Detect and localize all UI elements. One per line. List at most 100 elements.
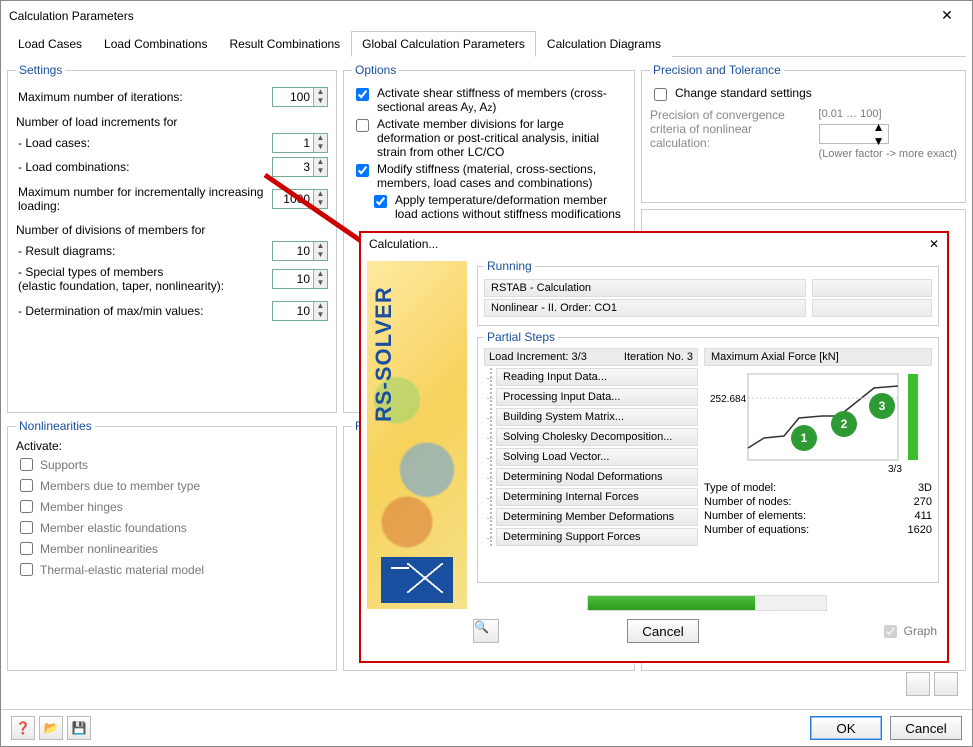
special-input[interactable]: ▲▼ bbox=[272, 269, 328, 289]
tool-icon-2[interactable] bbox=[934, 672, 958, 696]
step-item: Solving Load Vector... bbox=[496, 448, 698, 466]
step-item: Building System Matrix... bbox=[496, 408, 698, 426]
nonlinearities-group: Nonlinearities Activate: Supports Member… bbox=[7, 419, 337, 671]
tolerance-input[interactable]: ▲▼ bbox=[819, 124, 889, 144]
graph-checkbox[interactable] bbox=[884, 625, 897, 638]
step-item: Determining Nodal Deformations bbox=[496, 468, 698, 486]
tab-result-combinations[interactable]: Result Combinations bbox=[218, 31, 351, 57]
bottom-tool-icons bbox=[906, 672, 958, 696]
load-comb-input[interactable]: ▲▼ bbox=[272, 157, 328, 177]
tab-calculation-diagrams[interactable]: Calculation Diagrams bbox=[536, 31, 672, 57]
brand-logo-icon bbox=[381, 557, 453, 603]
chk-change-settings[interactable] bbox=[654, 88, 667, 101]
step-item: Determining Support Forces bbox=[496, 528, 698, 546]
running-2: Nonlinear - II. Order: CO1 bbox=[484, 299, 806, 317]
solver-brand: RS-SOLVER bbox=[367, 261, 467, 609]
step-item: Determining Member Deformations bbox=[496, 508, 698, 526]
load-comb-label: - Load combinations: bbox=[16, 160, 272, 174]
chk-modify[interactable] bbox=[356, 164, 369, 177]
calc-title: Calculation... bbox=[369, 237, 929, 251]
model-kpis: Type of model:3DNumber of nodes:270Numbe… bbox=[704, 482, 932, 536]
footer: ❓ 📂 💾 OK Cancel bbox=[1, 709, 972, 746]
force-plot: 252.684 3/3 1 2 3 bbox=[704, 368, 932, 476]
settings-group: Settings Maximum number of iterations: ▲… bbox=[7, 63, 337, 413]
max-iter-label: Maximum number of iterations: bbox=[16, 90, 272, 104]
step-item: Processing Input Data... bbox=[496, 388, 698, 406]
shear-label: Activate shear stiffness of members (cro… bbox=[377, 86, 626, 114]
kpi-row: Type of model:3D bbox=[704, 482, 932, 494]
save-icon[interactable]: 💾 bbox=[67, 716, 91, 740]
load-incr-label: Load Increment: 3/3 bbox=[489, 351, 624, 363]
chk-hinges[interactable] bbox=[20, 500, 33, 513]
step-list: Reading Input Data... Processing Input Da… bbox=[490, 368, 698, 546]
svg-text:3: 3 bbox=[879, 399, 886, 413]
load-cases-label: - Load cases: bbox=[16, 136, 272, 150]
result-diag-input[interactable]: ▲▼ bbox=[272, 241, 328, 261]
chk-foundations[interactable] bbox=[20, 521, 33, 534]
partial-steps-group: Partial Steps Load Increment: 3/3 Iterat… bbox=[477, 330, 939, 583]
svg-text:252.684: 252.684 bbox=[710, 394, 747, 405]
svg-text:1: 1 bbox=[801, 431, 808, 445]
progress-bar bbox=[587, 595, 827, 611]
chk-thermal[interactable] bbox=[20, 563, 33, 576]
zoom-icon[interactable]: 🔍 bbox=[473, 619, 499, 643]
open-icon[interactable]: 📂 bbox=[39, 716, 63, 740]
help-icon[interactable]: ❓ bbox=[11, 716, 35, 740]
partial-legend: Partial Steps bbox=[484, 330, 558, 344]
running-group: Running RSTAB - Calculation Nonlinear - … bbox=[477, 259, 939, 326]
result-diag-label: - Result diagrams: bbox=[16, 244, 272, 258]
iteration-label: Iteration No. 3 bbox=[624, 351, 693, 363]
det-label: - Determination of max/min values: bbox=[16, 304, 272, 318]
change-label: Change standard settings bbox=[675, 86, 957, 100]
calc-cancel-button[interactable]: Cancel bbox=[627, 619, 699, 643]
running-blank-2 bbox=[812, 299, 932, 317]
load-cases-input[interactable]: ▲▼ bbox=[272, 133, 328, 153]
kpi-row: Number of equations:1620 bbox=[704, 524, 932, 536]
chk-nonlin[interactable] bbox=[20, 542, 33, 555]
nonlinear-legend: Nonlinearities bbox=[16, 419, 95, 433]
close-icon[interactable]: ✕ bbox=[930, 7, 964, 24]
svg-text:2: 2 bbox=[841, 417, 848, 431]
chk-apply-temp[interactable] bbox=[374, 195, 387, 208]
step-item: Solving Cholesky Decomposition... bbox=[496, 428, 698, 446]
calculation-dialog: Calculation... ✕ RS-SOLVER Running RSTAB… bbox=[359, 231, 949, 663]
criteria-label: Precision of convergence criteria of non… bbox=[650, 108, 809, 160]
tab-global-parameters[interactable]: Global Calculation Parameters bbox=[351, 31, 536, 57]
max-incr-input[interactable]: ▲▼ bbox=[272, 189, 328, 209]
kpi-row: Number of elements:411 bbox=[704, 510, 932, 522]
graph-title: Maximum Axial Force [kN] bbox=[704, 348, 932, 366]
det-input[interactable]: ▲▼ bbox=[272, 301, 328, 321]
running-legend: Running bbox=[484, 259, 535, 273]
tab-load-combinations[interactable]: Load Combinations bbox=[93, 31, 218, 57]
apply-temp-label: Apply temperature/deformation member loa… bbox=[395, 193, 626, 221]
titlebar: Calculation Parameters ✕ bbox=[1, 1, 972, 30]
incr-header: Number of load increments for bbox=[16, 115, 328, 129]
settings-legend: Settings bbox=[16, 63, 65, 77]
range-hint: [0.01 … 100] bbox=[819, 108, 957, 120]
precision-group: Precision and Tolerance Change standard … bbox=[641, 63, 966, 203]
factor-hint: (Lower factor -> more exact) bbox=[819, 148, 957, 160]
chk-divisions[interactable] bbox=[356, 119, 369, 132]
divisions-label: Activate member divisions for large defo… bbox=[377, 117, 626, 159]
tabstrip: Load Cases Load Combinations Result Comb… bbox=[7, 30, 966, 57]
cancel-button[interactable]: Cancel bbox=[890, 716, 962, 740]
max-incr-label: Maximum number for incrementally increas… bbox=[16, 185, 272, 213]
calc-close-icon[interactable]: ✕ bbox=[929, 237, 939, 251]
precision-legend: Precision and Tolerance bbox=[650, 63, 784, 77]
div-header: Number of divisions of members for bbox=[16, 223, 328, 237]
step-item: Reading Input Data... bbox=[496, 368, 698, 386]
tab-load-cases[interactable]: Load Cases bbox=[7, 31, 93, 57]
svg-text:3/3: 3/3 bbox=[888, 464, 902, 475]
step-item: Determining Internal Forces bbox=[496, 488, 698, 506]
chk-members-type[interactable] bbox=[20, 479, 33, 492]
running-blank-1 bbox=[812, 279, 932, 297]
max-iter-input[interactable]: ▲▼ bbox=[272, 87, 328, 107]
ok-button[interactable]: OK bbox=[810, 716, 882, 740]
chk-shear[interactable] bbox=[356, 88, 369, 101]
running-1: RSTAB - Calculation bbox=[484, 279, 806, 297]
options-legend: Options bbox=[352, 63, 399, 77]
window-title: Calculation Parameters bbox=[9, 9, 930, 23]
chk-supports[interactable] bbox=[20, 458, 33, 471]
modify-label: Modify stiffness (material, cross-sectio… bbox=[377, 162, 626, 190]
tool-icon-1[interactable] bbox=[906, 672, 930, 696]
